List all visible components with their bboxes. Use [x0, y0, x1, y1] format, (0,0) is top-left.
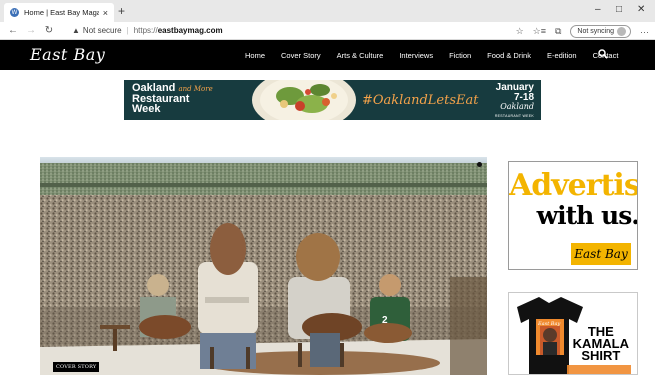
- favorites-icon[interactable]: ☆≡: [533, 26, 546, 37]
- banner-hashtag: #OaklandLetsEat: [362, 93, 479, 108]
- maximize-icon[interactable]: □: [616, 4, 622, 16]
- star-icon[interactable]: ☆: [516, 26, 524, 37]
- ad-headline-1: Advertise: [509, 168, 637, 203]
- warning-icon: ▲: [72, 26, 80, 35]
- browser-tab-bar: W Home | East Bay Magazine × + – □ ✕: [0, 0, 655, 22]
- shirt-word-3: SHIRT: [581, 348, 621, 363]
- nav-cover-story[interactable]: Cover Story: [281, 51, 321, 60]
- banner-brand-sub: RESTAURANT WEEK: [494, 113, 534, 118]
- banner-dates: January 7-18 Oakland RESTAURANT WEEK: [495, 83, 534, 120]
- nav-e-edition[interactable]: E-edition: [547, 51, 577, 60]
- banner-brand: Oakland: [500, 102, 534, 111]
- url-host: eastbaymag.com: [157, 26, 223, 35]
- cover-story-badge[interactable]: COVER STORY: [53, 362, 100, 372]
- url-protocol: https://: [133, 26, 158, 35]
- wordpress-icon: W: [10, 8, 19, 17]
- site-header: East Bay Home Cover Story Arts & Culture…: [0, 40, 655, 70]
- forward-arrow-icon[interactable]: →: [22, 25, 40, 36]
- browser-tab[interactable]: W Home | East Bay Magazine ×: [4, 3, 114, 22]
- nav-arts-culture[interactable]: Arts & Culture: [337, 51, 384, 60]
- advertise-with-us-ad[interactable]: Advertise with us. East Bay: [508, 161, 638, 270]
- tab-close-icon[interactable]: ×: [103, 8, 108, 18]
- nav-food-drink[interactable]: Food & Drink: [487, 51, 531, 60]
- shirt-brand-label: East Bay: [538, 321, 561, 327]
- refresh-icon[interactable]: ↻: [40, 25, 58, 36]
- ad-brand-tag: East Bay: [571, 243, 631, 265]
- new-tab-button[interactable]: +: [118, 4, 125, 18]
- banner-line-3: Week: [132, 103, 161, 115]
- banner-title: Oakland and More Restaurant Week: [132, 83, 213, 115]
- kamala-shirt-text: THE KAMALA SHIRT: [573, 325, 629, 363]
- profile-avatar-icon: [617, 27, 626, 36]
- hero-story-image[interactable]: 2 COVER STORY: [40, 157, 487, 375]
- sync-button[interactable]: Not syncing: [570, 25, 631, 38]
- back-arrow-icon[interactable]: ←: [4, 25, 22, 36]
- nav-interviews[interactable]: Interviews: [399, 51, 433, 60]
- tab-title: Home | East Bay Magazine: [24, 8, 99, 17]
- main-nav: Home Cover Story Arts & Culture Intervie…: [245, 40, 634, 70]
- url-field[interactable]: ▲ Not secure | https:// eastbaymag.com: [72, 26, 223, 35]
- slider-indicator-dot[interactable]: [477, 162, 482, 167]
- nav-home[interactable]: Home: [245, 51, 265, 60]
- kamala-shirt-ad[interactable]: East Bay THE KAMALA SHIRT: [508, 292, 638, 375]
- collections-icon[interactable]: ⧉: [555, 26, 561, 37]
- site-logo[interactable]: East Bay: [30, 45, 105, 64]
- search-icon[interactable]: [598, 49, 608, 59]
- sync-label: Not syncing: [577, 28, 614, 35]
- ad-headline-2: with us.: [536, 201, 638, 230]
- browser-toolbar-icons: ☆ ☆≡ ⧉ Not syncing ···: [516, 25, 649, 38]
- minimize-icon[interactable]: –: [595, 4, 601, 16]
- security-label: Not secure: [82, 26, 122, 35]
- url-separator: |: [126, 26, 129, 35]
- salad-bowl-image: [252, 80, 356, 120]
- close-window-icon[interactable]: ✕: [637, 4, 645, 16]
- banner-date-range: 7-18: [513, 91, 534, 103]
- menu-icon[interactable]: ···: [640, 27, 649, 37]
- banner-and-more: and More: [178, 85, 213, 93]
- stadium-concert-photo: 2: [40, 157, 487, 375]
- restaurant-week-banner-ad[interactable]: Oakland and More Restaurant Week #Oaklan…: [124, 80, 541, 120]
- address-bar: ← → ↻ ▲ Not secure | https:// eastbaymag…: [0, 22, 655, 40]
- nav-fiction[interactable]: Fiction: [449, 51, 471, 60]
